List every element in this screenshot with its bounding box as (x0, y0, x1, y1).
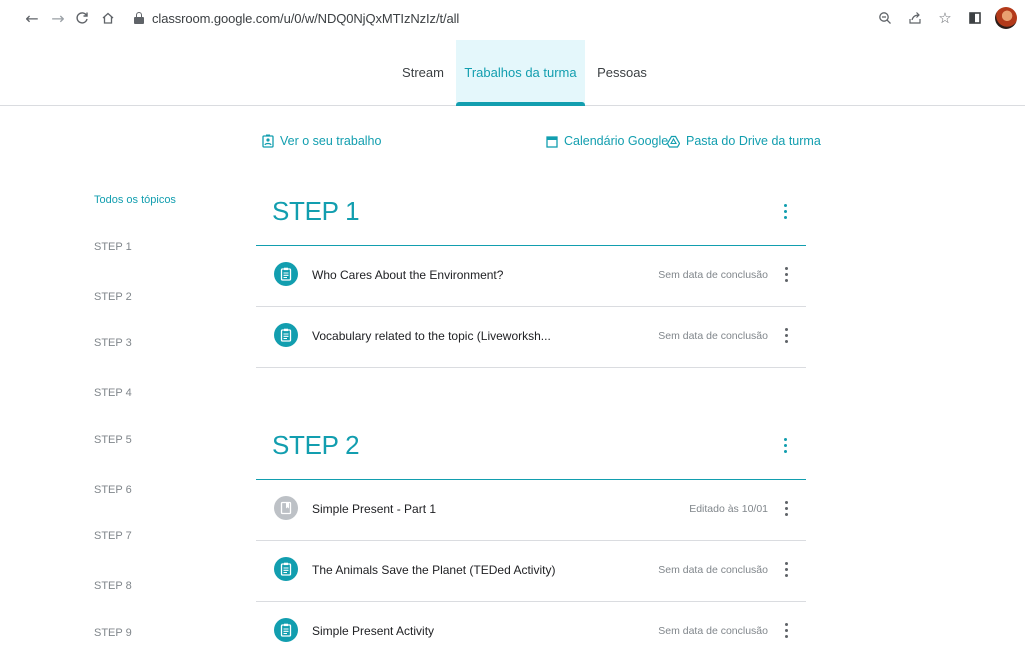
item-due-status: Sem data de conclusão (658, 564, 768, 576)
forward-arrow-icon[interactable]: → (48, 8, 68, 28)
assignment-icon (274, 323, 298, 347)
topic-step-2[interactable]: STEP 2 (94, 291, 132, 303)
topic-step-9[interactable]: STEP 9 (94, 627, 132, 639)
address-bar[interactable]: classroom.google.com/u/0/w/NDQ0NjQxMTIzN… (128, 6, 900, 30)
topic-all[interactable]: Todos os tópicos (94, 194, 176, 206)
view-your-work-label: Ver o seu trabalho (280, 134, 382, 148)
item-more-icon[interactable] (778, 325, 794, 345)
item-due-status: Sem data de conclusão (658, 625, 768, 637)
tab-classwork[interactable]: Trabalhos da turma (456, 40, 585, 106)
classwork-item[interactable]: Simple Present - Part 1 Editado às 10/01 (256, 481, 806, 541)
item-title: Simple Present Activity (312, 624, 435, 638)
home-icon[interactable] (98, 8, 118, 28)
url-text: classroom.google.com/u/0/w/NDQ0NjQxMTIzN… (152, 10, 460, 26)
assignment-icon (274, 618, 298, 642)
section-more-icon[interactable] (777, 435, 793, 455)
item-title: Who Cares About the Environment? (312, 268, 504, 282)
view-your-work-link[interactable]: Ver o seu trabalho (262, 132, 381, 150)
browser-actions: ☆ (875, 6, 1017, 30)
material-icon (274, 496, 298, 520)
drive-icon (667, 135, 680, 148)
item-more-icon[interactable] (778, 559, 794, 579)
lock-icon (134, 12, 144, 24)
classwork-item[interactable]: Vocabulary related to the topic (Livewor… (256, 308, 806, 368)
item-title: Vocabulary related to the topic (Livewor… (312, 329, 551, 343)
item-more-icon[interactable] (778, 620, 794, 640)
browser-toolbar: ← → classroom.google.com/u/0/w/NDQ0NjQxM… (0, 0, 1025, 36)
classwork-item[interactable]: Simple Present Activity Sem data de conc… (256, 603, 806, 656)
topic-step-4[interactable]: STEP 4 (94, 387, 132, 399)
item-edited-status: Editado às 10/01 (689, 503, 768, 515)
item-more-icon[interactable] (778, 498, 794, 518)
topic-step-5[interactable]: STEP 5 (94, 434, 132, 446)
assignment-icon (274, 262, 298, 286)
zoom-icon[interactable] (875, 8, 895, 28)
sidebar-icon[interactable] (965, 8, 985, 28)
section-title: STEP 1 (272, 196, 360, 226)
classwork-item[interactable]: The Animals Save the Planet (TEDed Activ… (256, 542, 806, 602)
item-title: Simple Present - Part 1 (312, 502, 437, 516)
class-tabs: Stream Trabalhos da turma Pessoas (0, 40, 1025, 106)
section-title: STEP 2 (272, 430, 360, 460)
topic-step-1[interactable]: STEP 1 (94, 241, 132, 253)
share-icon[interactable] (905, 8, 925, 28)
google-calendar-link[interactable]: Calendário Google (546, 132, 668, 150)
section-more-icon[interactable] (777, 201, 793, 221)
assignment-icon (274, 557, 298, 581)
tab-people[interactable]: Pessoas (590, 40, 654, 105)
topic-step-7[interactable]: STEP 7 (94, 530, 132, 542)
item-more-icon[interactable] (778, 264, 794, 284)
calendar-icon (546, 135, 558, 148)
profile-avatar[interactable] (995, 7, 1017, 29)
classwork-item[interactable]: Who Cares About the Environment? Sem dat… (256, 247, 806, 307)
topic-step-3[interactable]: STEP 3 (94, 337, 132, 349)
item-due-status: Sem data de conclusão (658, 330, 768, 342)
drive-folder-link[interactable]: Pasta do Drive da turma (667, 132, 821, 150)
star-icon[interactable]: ☆ (935, 8, 955, 28)
tab-stream[interactable]: Stream (390, 40, 456, 105)
item-title: The Animals Save the Planet (TEDed Activ… (312, 563, 556, 577)
section-divider (256, 245, 806, 246)
item-due-status: Sem data de conclusão (658, 269, 768, 281)
topic-step-6[interactable]: STEP 6 (94, 484, 132, 496)
topic-step-8[interactable]: STEP 8 (94, 580, 132, 592)
google-calendar-label: Calendário Google (564, 134, 669, 148)
drive-folder-label: Pasta do Drive da turma (686, 134, 821, 148)
assignment-ind-icon (262, 134, 274, 148)
section-divider (256, 479, 806, 480)
reload-icon[interactable] (72, 8, 92, 28)
back-arrow-icon[interactable]: ← (22, 8, 42, 28)
